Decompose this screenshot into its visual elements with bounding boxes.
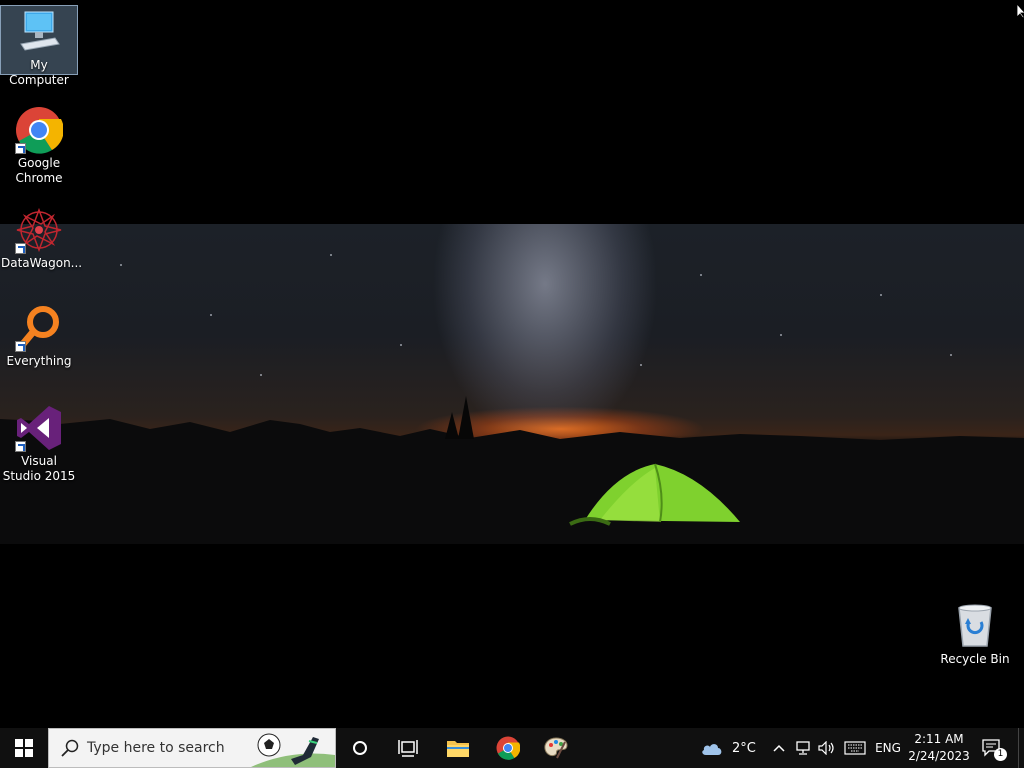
file-explorer-button[interactable] bbox=[438, 728, 478, 768]
keyboard-icon bbox=[844, 741, 866, 755]
task-view-icon bbox=[398, 740, 418, 757]
weather-temperature: 2°C bbox=[732, 740, 756, 756]
input-language-button[interactable]: ENG bbox=[872, 728, 904, 768]
desktop[interactable]: My Computer Google Chrome DataWagon... E… bbox=[0, 0, 1024, 728]
search-placeholder: Type here to search bbox=[87, 740, 225, 756]
speaker-volume-icon bbox=[818, 741, 834, 755]
show-hidden-icons-button[interactable] bbox=[770, 728, 788, 768]
search-highlight-soccer-icon bbox=[251, 733, 335, 767]
desktop-icon-label: DataWagon... bbox=[1, 256, 83, 270]
shortcut-arrow-icon bbox=[15, 243, 26, 254]
taskbar: Type here to search 2°C ENG 2:11 AM 2/24… bbox=[0, 728, 1024, 768]
network-icon bbox=[796, 741, 810, 755]
recycle-bin-icon bbox=[951, 602, 999, 650]
everything-search-icon bbox=[15, 304, 63, 352]
paint-palette-icon bbox=[544, 737, 568, 759]
cortana-circle-icon bbox=[353, 741, 367, 755]
paint-taskbar-button[interactable] bbox=[536, 728, 576, 768]
desktop-icon-datawagon[interactable]: DataWagon... bbox=[1, 204, 83, 271]
shortcut-arrow-icon bbox=[15, 441, 26, 452]
input-language-label: ENG bbox=[875, 741, 901, 755]
desktop-icon-label: Everything bbox=[6, 354, 72, 368]
wallpaper-image bbox=[0, 224, 1024, 544]
volume-tray-button[interactable] bbox=[816, 728, 838, 768]
desktop-icon-recycle-bin[interactable]: Recycle Bin bbox=[937, 600, 1013, 667]
chrome-icon bbox=[15, 106, 64, 154]
desktop-icon-my-computer[interactable]: My Computer bbox=[0, 5, 78, 87]
cloud-icon bbox=[702, 744, 722, 755]
desktop-icon-everything[interactable]: Everything bbox=[1, 302, 77, 369]
show-desktop-button[interactable] bbox=[1018, 728, 1024, 768]
search-icon bbox=[61, 739, 79, 757]
mouse-cursor-icon bbox=[1017, 4, 1024, 18]
windows-logo-icon bbox=[15, 739, 33, 757]
chrome-icon bbox=[496, 736, 520, 760]
desktop-icon-label: Recycle Bin bbox=[940, 652, 1010, 666]
clock-date: 2/24/2023 bbox=[908, 749, 970, 763]
touch-keyboard-button[interactable] bbox=[842, 728, 868, 768]
desktop-icon-google-chrome[interactable]: Google Chrome bbox=[1, 104, 77, 186]
desktop-icon-label: Google Chrome bbox=[15, 156, 63, 185]
start-button[interactable] bbox=[0, 728, 48, 768]
desktop-icon-label: Visual Studio 2015 bbox=[2, 454, 76, 483]
task-view-button[interactable] bbox=[388, 728, 428, 768]
shortcut-arrow-icon bbox=[15, 143, 26, 154]
weather-widget[interactable]: 2°C bbox=[700, 728, 762, 768]
taskbar-search-box[interactable]: Type here to search bbox=[48, 728, 336, 768]
chevron-up-icon bbox=[773, 744, 785, 752]
clock-time: 2:11 AM bbox=[914, 732, 964, 746]
network-tray-button[interactable] bbox=[792, 728, 814, 768]
computer-icon bbox=[15, 8, 63, 56]
wallpaper-landscape bbox=[0, 396, 1024, 544]
desktop-icon-visual-studio-2015[interactable]: Visual Studio 2015 bbox=[1, 402, 77, 484]
desktop-icon-label: My Computer bbox=[9, 58, 69, 87]
action-center-button[interactable]: 1 bbox=[976, 728, 1008, 768]
chrome-taskbar-button[interactable] bbox=[488, 728, 528, 768]
visual-studio-icon bbox=[15, 404, 63, 452]
cortana-button[interactable] bbox=[340, 728, 380, 768]
clock-button[interactable]: 2:11 AM 2/24/2023 bbox=[904, 730, 974, 766]
notification-count-badge: 1 bbox=[994, 748, 1007, 761]
shortcut-arrow-icon bbox=[15, 341, 26, 352]
folder-icon bbox=[447, 741, 469, 757]
datawagon-icon bbox=[15, 206, 63, 254]
